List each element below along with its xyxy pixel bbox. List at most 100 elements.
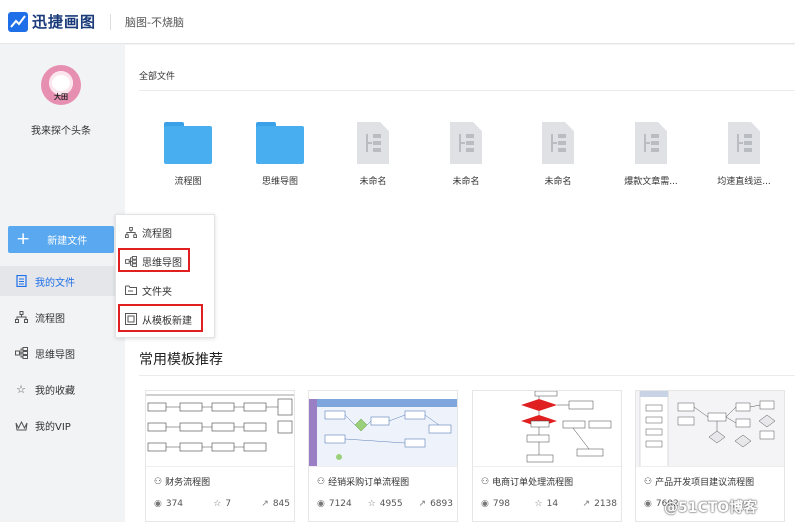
file-name: 爆款文章需... <box>624 177 678 187</box>
sidebar-item-label: 我的收藏 <box>35 385 75 397</box>
template-name: ⚇ 电商订单处理流程图 <box>481 475 574 489</box>
star-icon: ☆ <box>367 499 376 509</box>
menu-item-folder[interactable]: 文件夹 <box>116 279 216 301</box>
sidebar-item-flowchart[interactable]: 流程图 <box>0 302 125 332</box>
app-title: 迅捷画图 <box>32 13 97 31</box>
share-icon: ↗ <box>582 499 591 509</box>
likes-stat[interactable]: ☆ 14 <box>535 499 559 509</box>
shares-count: 2138 <box>594 499 617 509</box>
star-icon: ☆ <box>16 382 26 396</box>
template-card[interactable]: ⚇ 财务流程图 ◉ 374 ☆ 7 ↗ 845 <box>145 390 295 522</box>
shares-count: 845 <box>272 499 290 509</box>
sidebar-item-label: 思维导图 <box>35 349 75 361</box>
file-name: 未命名 <box>452 177 480 187</box>
template-stats: ◉ 798 ☆ 14 ↗ 2138 <box>481 499 617 509</box>
folder-icon <box>256 122 304 164</box>
document-title[interactable]: 脑图-不烧脑 <box>125 14 184 30</box>
avatar[interactable]: 大田 <box>41 65 81 105</box>
template-name-text: 产品开发项目建议流程图 <box>655 478 755 488</box>
template-thumbnail <box>309 391 457 467</box>
templates-heading: 常用模板推荐 <box>139 352 223 368</box>
file-item[interactable]: 未命名 <box>523 122 593 187</box>
template-name: ⚇ 经销采购订单流程图 <box>317 475 410 489</box>
flowchart-icon: ⚇ <box>644 476 653 487</box>
likes-stat[interactable]: ☆ 7 <box>213 499 231 509</box>
eye-icon: ◉ <box>154 499 162 509</box>
share-icon: ↗ <box>418 499 427 509</box>
divider <box>139 375 795 376</box>
shares-stat[interactable]: ↗ 2138 <box>583 499 617 509</box>
views-stat: ◉ 7124 <box>317 499 352 509</box>
menu-item-flowchart[interactable]: 流程图 <box>116 221 216 243</box>
flowchart-icon <box>14 310 28 324</box>
username: 我来探个头条 <box>31 126 91 137</box>
sidebar-item-label: 我的VIP <box>35 421 71 433</box>
document-icon <box>542 122 574 164</box>
sidebar-item-my-files[interactable]: 我的文件 <box>0 266 125 296</box>
share-icon: ↗ <box>261 499 269 509</box>
file-name: 均速直线运... <box>717 177 771 187</box>
file-name: 未命名 <box>359 177 387 187</box>
eye-icon: ◉ <box>644 499 652 509</box>
sidebar-item-vip[interactable]: 我的VIP <box>0 410 125 440</box>
likes-count: 14 <box>546 499 559 509</box>
views-count: 7124 <box>328 499 352 509</box>
views-count: 374 <box>165 499 184 509</box>
new-file-label: 新建文件 <box>47 236 88 247</box>
folder-icon <box>124 284 137 297</box>
shares-stat[interactable]: ↗ 6893 <box>419 499 453 509</box>
all-files-heading: 全部文件 <box>139 72 176 82</box>
new-file-button[interactable]: + 新建文件 <box>8 226 114 253</box>
menu-item-label: 流程图 <box>142 228 172 240</box>
views-count: 798 <box>492 499 511 509</box>
flowchart-icon <box>124 226 137 239</box>
template-stats: ◉ 374 ☆ 7 ↗ 845 <box>154 499 290 509</box>
shares-count: 6893 <box>430 499 453 509</box>
views-stat: ◉ 374 <box>154 499 183 509</box>
template-card[interactable]: ⚇ 电商订单处理流程图 ◉ 798 ☆ 14 ↗ 2138 <box>472 390 622 522</box>
template-name-text: 电商订单处理流程图 <box>492 478 574 488</box>
file-item[interactable]: 均速直线运... <box>709 122 779 187</box>
file-item[interactable]: 爆款文章需... <box>616 122 686 187</box>
document-icon <box>357 122 389 164</box>
eye-icon: ◉ <box>317 499 325 509</box>
eye-icon: ◉ <box>481 499 489 509</box>
file-item[interactable]: 未命名 <box>338 122 408 187</box>
likes-stat[interactable]: ☆ 4955 <box>368 499 403 509</box>
avatar-tag: 大田 <box>54 93 68 101</box>
template-card[interactable]: ⚇ 经销采购订单流程图 ◉ 7124 ☆ 4955 ↗ 6893 <box>308 390 458 522</box>
file-name: 思维导图 <box>261 177 298 187</box>
divider <box>139 90 795 91</box>
logo-icon <box>8 11 28 32</box>
sidebar-item-label: 我的文件 <box>35 277 75 289</box>
template-name: ⚇ 财务流程图 <box>154 475 210 489</box>
shares-stat[interactable]: ↗ 845 <box>261 499 290 509</box>
template-thumbnail <box>146 391 294 467</box>
menu-item-label: 文件夹 <box>142 286 172 298</box>
divider <box>110 13 112 30</box>
file-item[interactable]: 未命名 <box>431 122 501 187</box>
mindmap-icon <box>14 346 28 360</box>
views-stat: ◉ 798 <box>481 499 510 509</box>
file-item[interactable]: 思维导图 <box>245 122 315 187</box>
flowchart-icon: ⚇ <box>317 476 326 487</box>
watermark: @51CTO博客 <box>664 500 758 516</box>
app-logo[interactable]: 迅捷画图 <box>8 11 96 32</box>
template-name: ⚇ 产品开发项目建议流程图 <box>644 475 755 489</box>
sidebar: 大田 我来探个头条 + 新建文件 我的文件 流程图 思维导图 ☆ 我的收藏 我的… <box>0 45 125 522</box>
template-name-text: 经销采购订单流程图 <box>328 478 410 488</box>
sidebar-item-favorites[interactable]: ☆ 我的收藏 <box>0 374 125 404</box>
folder-icon <box>164 122 212 164</box>
template-thumbnail <box>473 391 621 467</box>
document-icon <box>635 122 667 164</box>
sidebar-item-label: 流程图 <box>35 313 65 325</box>
star-icon: ☆ <box>534 499 543 509</box>
sidebar-item-mindmap[interactable]: 思维导图 <box>0 338 125 368</box>
file-name: 未命名 <box>544 177 572 187</box>
file-item[interactable]: 流程图 <box>153 122 223 187</box>
file-name: 流程图 <box>174 177 202 187</box>
document-icon <box>728 122 760 164</box>
document-icon <box>450 122 482 164</box>
top-bar: 迅捷画图 脑图-不烧脑 <box>0 0 795 44</box>
likes-count: 4955 <box>379 499 403 509</box>
